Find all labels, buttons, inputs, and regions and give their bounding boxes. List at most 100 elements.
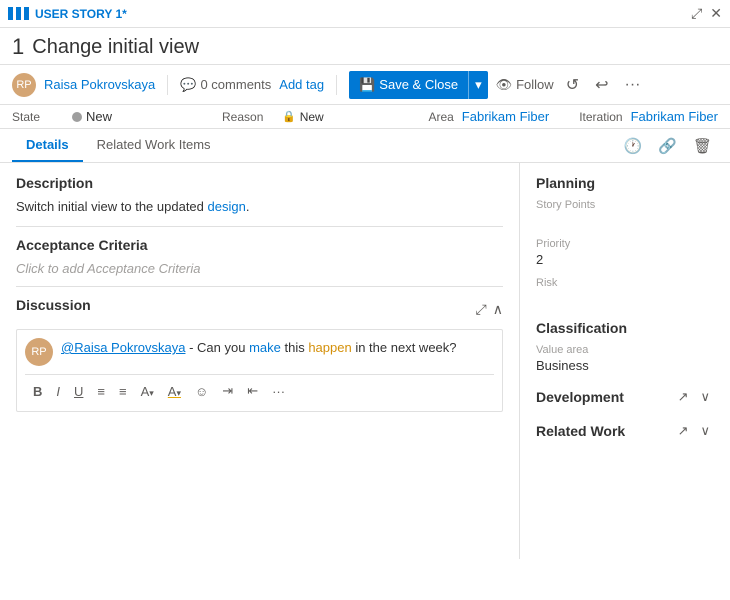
font-color-button[interactable]: A▾	[164, 382, 185, 401]
area-value[interactable]: Fabrikam Fiber	[462, 109, 549, 124]
restore-button[interactable]: ⤢	[691, 5, 702, 22]
discussion-title: Discussion	[16, 297, 91, 313]
toolbar: RP Raisa Pokrovskaya 💬 0 comments Add ta…	[0, 65, 730, 105]
description-divider	[16, 226, 503, 227]
close-button[interactable]: ✕	[710, 5, 722, 22]
related-work-section: Related Work ↗ ∨	[536, 421, 714, 441]
title-bar-left: USER STORY 1*	[8, 7, 127, 21]
add-tag-button[interactable]: Add tag	[279, 77, 324, 92]
discussion-rest: in the next week?	[352, 340, 457, 355]
meta-row: State New Reason 🔒 New Area Fabrikam Fib…	[0, 105, 730, 129]
underline-button[interactable]: U	[70, 382, 87, 401]
area-field: Area Fabrikam Fiber	[428, 109, 549, 124]
story-points-value	[536, 213, 714, 228]
align-button[interactable]: ≡	[93, 382, 109, 401]
work-item-header: 1 Change initial view	[0, 28, 730, 65]
discussion-middle: this	[281, 340, 308, 355]
tab-details[interactable]: Details	[12, 129, 83, 162]
work-item-title: Change initial view	[32, 36, 199, 59]
save-close-group[interactable]: 💾 Save & Close ▾	[349, 71, 487, 99]
development-header: Development ↗ ∨	[536, 387, 714, 407]
follow-button[interactable]: 👁 Follow	[496, 77, 554, 93]
toolbar-separator	[167, 75, 168, 95]
development-section: Development ↗ ∨	[536, 387, 714, 407]
discussion-box[interactable]: RP @Raisa Pokrovskaya - Can you make thi…	[16, 329, 503, 412]
lock-icon: 🔒	[282, 110, 296, 123]
discussion-icons: ⤢ ∧	[476, 301, 503, 318]
development-title: Development	[536, 389, 624, 405]
indent-button[interactable]: ⇥	[218, 381, 237, 401]
desc-text-plain: Switch initial view to the updated	[16, 199, 208, 214]
tab-details-label: Details	[26, 137, 69, 152]
reason-field: Reason 🔒 New	[222, 110, 402, 124]
state-value-group: New	[72, 109, 112, 124]
more-button[interactable]: ···	[621, 74, 645, 96]
acceptance-divider	[16, 286, 503, 287]
emoji-button[interactable]: ☺	[191, 382, 212, 401]
development-icons: ↗ ∨	[674, 387, 714, 407]
tab-related-label: Related Work Items	[97, 137, 211, 152]
story-points-label: Story Points	[536, 199, 714, 211]
tabs-bar: Details Related Work Items 🕐 🔗 🗑	[0, 129, 730, 163]
discussion-text: @Raisa Pokrovskaya - Can you make this h…	[61, 338, 457, 366]
state-label: State	[12, 110, 72, 124]
development-expand-button[interactable]: ↗	[674, 387, 693, 407]
related-work-header: Related Work ↗ ∨	[536, 421, 714, 441]
acceptance-title: Acceptance Criteria	[16, 237, 503, 253]
development-collapse-button[interactable]: ∨	[696, 387, 714, 407]
area-iter-group: Area Fabrikam Fiber Iteration Fabrikam F…	[428, 109, 718, 124]
classification-header: Classification	[536, 320, 714, 336]
save-close-main[interactable]: 💾 Save & Close	[349, 77, 468, 93]
description-text: Switch initial view to the updated desig…	[16, 199, 503, 214]
link-button[interactable]: 🔗	[652, 133, 683, 159]
planning-title: Planning	[536, 175, 714, 191]
state-value[interactable]: New	[86, 109, 112, 124]
outdent-button[interactable]: ⇤	[243, 381, 262, 401]
avatar: RP	[12, 73, 36, 97]
left-panel: Description Switch initial view to the u…	[0, 163, 520, 559]
discussion-dash: - Can you	[185, 340, 249, 355]
highlight-color-button[interactable]: A▾	[137, 382, 158, 401]
save-icon: 💾	[359, 77, 375, 93]
bold-button[interactable]: B	[29, 382, 46, 401]
user-name[interactable]: Raisa Pokrovskaya	[44, 77, 155, 92]
priority-field: Priority 2	[536, 238, 714, 267]
risk-field: Risk	[536, 277, 714, 306]
history-button[interactable]: 🕐	[618, 133, 649, 159]
italic-button[interactable]: I	[52, 382, 64, 401]
iteration-label: Iteration	[579, 110, 622, 124]
discussion-make: make	[249, 340, 281, 355]
undo-button[interactable]: ↩	[591, 73, 612, 97]
more-disc-button[interactable]: ···	[268, 382, 289, 401]
related-work-collapse-button[interactable]: ∨	[696, 421, 714, 441]
discussion-happen: happen	[308, 340, 351, 355]
value-area-label: Value area	[536, 344, 714, 356]
state-field: State New	[12, 109, 192, 124]
title-bar: USER STORY 1* ⤢ ✕	[0, 0, 730, 28]
tab-related-work-items[interactable]: Related Work Items	[83, 129, 225, 162]
state-dot-icon	[72, 112, 82, 122]
priority-value: 2	[536, 252, 714, 267]
iteration-value[interactable]: Fabrikam Fiber	[631, 109, 718, 124]
collapse-discussion-button[interactable]: ∧	[493, 301, 503, 318]
delete-button[interactable]: 🗑	[687, 133, 718, 159]
right-panel: Planning Story Points Priority 2 Risk Cl…	[520, 163, 730, 559]
title-bar-right: ⤢ ✕	[691, 5, 722, 22]
refresh-button[interactable]: ↺	[562, 73, 583, 97]
value-area-value: Business	[536, 358, 714, 373]
discussion-mention[interactable]: @Raisa Pokrovskaya	[61, 340, 185, 355]
risk-label: Risk	[536, 277, 714, 289]
toolbar-separator-2	[336, 75, 337, 95]
related-work-expand-button[interactable]: ↗	[674, 421, 693, 441]
expand-discussion-button[interactable]: ⤢	[476, 301, 487, 318]
list-button[interactable]: ≡	[115, 382, 131, 401]
tab-icons: 🕐 🔗 🗑	[618, 133, 718, 159]
priority-label: Priority	[536, 238, 714, 250]
comments-button[interactable]: 💬 0 comments	[180, 77, 271, 93]
acceptance-placeholder[interactable]: Click to add Acceptance Criteria	[16, 261, 503, 276]
area-label: Area	[428, 110, 453, 124]
discussion-content: RP @Raisa Pokrovskaya - Can you make thi…	[25, 338, 494, 366]
comments-icon: 💬	[180, 77, 196, 93]
desc-text-highlight: design	[208, 199, 246, 214]
save-dropdown-arrow[interactable]: ▾	[468, 71, 488, 99]
